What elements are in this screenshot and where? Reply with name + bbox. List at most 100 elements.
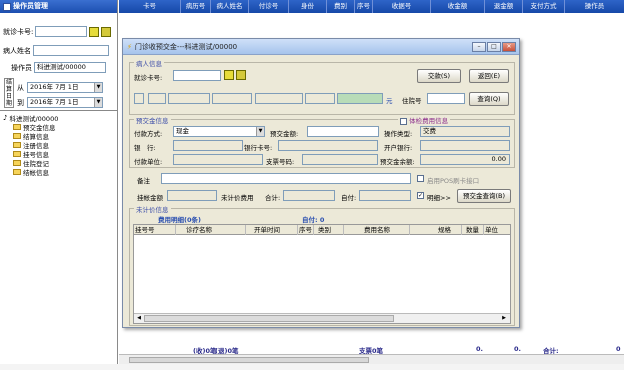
- dlg-card-label: 就诊卡号:: [134, 74, 163, 82]
- query-button[interactable]: 查询(Q): [469, 92, 509, 106]
- left-divider: [0, 110, 117, 111]
- status-bar: [0, 364, 624, 370]
- prepay-info-group: 预交金信息 体检费用信息 付款方式: 现金 ▼ 预交金额: 操作类型: 交费 银…: [129, 115, 515, 168]
- scroll-thumb[interactable]: [129, 357, 369, 363]
- pay-method-value: 现金: [176, 127, 189, 135]
- col-operator[interactable]: 操作员: [565, 0, 624, 13]
- patient-info-title: 病人信息: [134, 58, 164, 68]
- maximize-icon[interactable]: □: [487, 41, 501, 52]
- th-quantity[interactable]: 数量: [462, 225, 484, 235]
- balance-label: 预交金余额:: [380, 158, 415, 166]
- scroll-right-icon[interactable]: ▶: [500, 315, 508, 322]
- from-date-row: 从 2016年 7月 1日 ▼: [17, 82, 103, 93]
- from-date-value: 2016年 7月 1日: [30, 83, 79, 91]
- name-row: 病人姓名: [3, 45, 109, 56]
- info-field-5: [255, 93, 303, 104]
- scroll-left-icon[interactable]: ◀: [135, 315, 143, 322]
- col-received[interactable]: 收金额: [431, 0, 485, 13]
- lightning-icon: ⚡: [127, 42, 132, 51]
- bank-card-label: 银行卡号:: [244, 144, 273, 152]
- main-horizontal-scrollbar[interactable]: [119, 354, 624, 364]
- th-fee-name[interactable]: 费用名称: [344, 225, 410, 235]
- from-date-select[interactable]: 2016年 7月 1日 ▼: [27, 82, 103, 93]
- unpriced-info-title: 未计价信息: [134, 204, 171, 214]
- totals-bar: (收)0笔 (退)0笔 支票0笔 0. 0. 合计: 0: [119, 344, 624, 355]
- close-icon[interactable]: ✕: [502, 41, 516, 52]
- note-icon: ♪: [3, 113, 8, 122]
- dlg-card-input[interactable]: [173, 70, 221, 81]
- pay-unit-field: [173, 154, 263, 165]
- folder-icon: [13, 159, 21, 166]
- folder-icon: [13, 123, 21, 130]
- inpatient-no-label: 住院号: [402, 97, 422, 105]
- operator-row: 操作员 科进测试/00000: [3, 62, 106, 73]
- sum-value: 0: [616, 345, 621, 353]
- th-spec[interactable]: 规格: [410, 225, 462, 235]
- unpriced-info-group: 未计价信息 费用明细(0条) 自付: 0 挂号号 诊疗名称 开单时间 序号 类别…: [129, 204, 515, 326]
- total-refunded: 0.: [514, 345, 521, 353]
- folder-icon: [13, 141, 21, 148]
- exam-fee-checkbox[interactable]: [400, 117, 407, 125]
- fee-detail-hscrollbar[interactable]: ◀ ▶: [134, 313, 510, 323]
- fee-scroll-thumb[interactable]: [144, 315, 394, 322]
- col-receipt-no[interactable]: 收据号: [373, 0, 431, 13]
- name-label: 病人姓名: [3, 46, 31, 55]
- remark-input[interactable]: [161, 173, 411, 184]
- col-fee-type[interactable]: 费别: [327, 0, 355, 13]
- operator-icon: [3, 2, 11, 11]
- unit-label: 元: [386, 97, 393, 105]
- prepay-amount-input[interactable]: [307, 126, 379, 137]
- return-button[interactable]: 返回(E): [469, 69, 509, 83]
- dlg-card-read-button[interactable]: [224, 70, 234, 80]
- to-date-select[interactable]: 2016年 7月 1日 ▼: [27, 97, 103, 108]
- record-table-header: 卡号 病历号 病人姓名 付诊号 身份 费别 序号 收据号 收金额 退金额 支付方…: [119, 0, 624, 13]
- bank-label: 银 行:: [134, 144, 156, 152]
- prepay-query-button[interactable]: 预交金查询(B): [457, 189, 511, 203]
- from-label: 从: [17, 83, 24, 92]
- card-input[interactable]: [35, 26, 88, 37]
- total-received: 0.: [476, 345, 483, 353]
- info-field-4: [212, 93, 252, 104]
- th-treatment-name[interactable]: 诊疗名称: [176, 225, 246, 235]
- col-seq[interactable]: 序号: [355, 0, 373, 13]
- col-record-no[interactable]: 病历号: [181, 0, 211, 13]
- col-identity[interactable]: 身份: [289, 0, 327, 13]
- col-visit-no[interactable]: 付诊号: [249, 0, 289, 13]
- unsettled-label: 未计价费用: [221, 194, 254, 202]
- fee-detail-header: 挂号号 诊疗名称 开单时间 序号 类别 费用名称 规格 数量 单位: [134, 225, 510, 235]
- card-read-button[interactable]: [89, 26, 100, 37]
- fee-detail-table: 挂号号 诊疗名称 开单时间 序号 类别 费用名称 规格 数量 单位 ◀ ▶: [133, 224, 511, 324]
- minimize-icon[interactable]: –: [472, 41, 486, 52]
- total-field: [283, 190, 335, 201]
- pay-method-select[interactable]: 现金 ▼: [173, 126, 265, 137]
- col-refunded[interactable]: 退金额: [485, 0, 523, 13]
- date-group-label: 结算日期: [4, 78, 14, 108]
- pay-button[interactable]: 交款(S): [417, 69, 461, 83]
- col-card-no[interactable]: 卡号: [119, 0, 181, 13]
- pos-checkbox[interactable]: [417, 175, 424, 182]
- patient-info-group: 病人信息 就诊卡号: 交款(S) 返回(E) 元 住院号 查询(Q): [129, 58, 515, 115]
- pos-label: 启用POS刷卡接口: [427, 177, 480, 185]
- self-pay-sum: 自付: 0: [302, 216, 325, 224]
- tree-item-checkout[interactable]: 结帐信息: [13, 167, 58, 177]
- th-category[interactable]: 类别: [314, 225, 344, 235]
- chevron-down-icon: ▼: [94, 98, 102, 107]
- operator-input[interactable]: 科进测试/00000: [34, 62, 106, 73]
- pay-method-label: 付款方式:: [134, 130, 163, 138]
- card-search-button[interactable]: [101, 26, 112, 37]
- th-order-time[interactable]: 开单时间: [246, 225, 298, 235]
- self-pay-field: [359, 190, 411, 201]
- op-type-label: 操作类型:: [384, 130, 413, 138]
- detail-checkbox[interactable]: ✓: [417, 192, 424, 199]
- info-field-3: [168, 93, 210, 104]
- th-seq[interactable]: 序号: [298, 225, 314, 235]
- th-reg-no[interactable]: 挂号号: [134, 225, 176, 235]
- fee-detail-count: 费用明细(0条): [158, 216, 201, 224]
- col-patient-name[interactable]: 病人姓名: [211, 0, 249, 13]
- col-pay-method[interactable]: 支付方式: [523, 0, 565, 13]
- patient-name-input[interactable]: [33, 45, 109, 56]
- th-unit[interactable]: 单位: [484, 225, 510, 235]
- inpatient-no-input[interactable]: [427, 93, 465, 104]
- balance-field: 0.00: [420, 154, 510, 165]
- dlg-card-search-button[interactable]: [236, 70, 246, 80]
